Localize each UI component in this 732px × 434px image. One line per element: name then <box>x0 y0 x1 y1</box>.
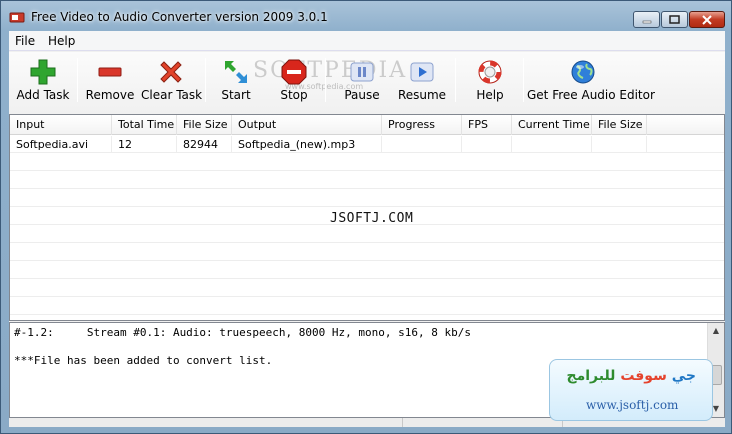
minus-icon <box>98 67 122 77</box>
task-list-header: Input Total Time File Size Output Progre… <box>10 115 724 135</box>
globe-icon <box>571 60 595 84</box>
toolbar-separator <box>523 58 524 102</box>
toolbar-separator <box>455 58 456 102</box>
app-window: Free Video to Audio Converter version 20… <box>0 0 732 434</box>
logo-word: جي <box>671 368 696 384</box>
start-arrows-icon <box>225 61 247 83</box>
help-label: Help <box>476 88 504 102</box>
jsoftj-watermark: JSOFTJ.COM <box>330 211 414 226</box>
column-header-input[interactable]: Input <box>10 115 112 135</box>
clear-task-label: Clear Task <box>141 88 203 102</box>
column-header-total-time[interactable]: Total Time <box>112 115 177 135</box>
menu-help[interactable]: Help <box>48 34 75 48</box>
status-pane <box>403 418 563 427</box>
stop-sign-icon <box>281 59 307 85</box>
cell-fps <box>462 136 512 153</box>
stop-label: Stop <box>280 88 308 102</box>
pause-label: Pause <box>344 88 380 102</box>
column-header-output[interactable]: Output <box>232 115 382 135</box>
status-pane <box>9 418 403 427</box>
cell-progress <box>382 136 462 153</box>
cell-output: Softpedia_(new).mp3 <box>232 136 382 153</box>
column-header-fps[interactable]: FPS <box>462 115 512 135</box>
menu-bar: File Help <box>9 31 725 51</box>
column-header-file-size[interactable]: File Size <box>177 115 232 135</box>
table-row-empty <box>10 226 724 243</box>
window-title: Free Video to Audio Converter version 20… <box>31 10 328 24</box>
get-audio-editor-label: Get Free Audio Editor <box>527 88 655 102</box>
close-icon <box>702 14 712 25</box>
plus-icon <box>30 59 56 85</box>
app-icon <box>9 12 25 23</box>
play-icon <box>410 62 434 82</box>
scroll-up-arrow-icon[interactable]: ▲ <box>708 323 724 339</box>
table-row-empty <box>10 298 724 315</box>
start-label: Start <box>221 88 251 102</box>
table-row-empty <box>10 190 724 207</box>
table-row-empty <box>10 154 724 171</box>
table-row-empty <box>10 280 724 297</box>
table-row-empty <box>10 244 724 261</box>
menu-file[interactable]: File <box>15 34 35 48</box>
toolbar-separator <box>77 58 78 102</box>
remove-label: Remove <box>85 88 135 102</box>
x-icon <box>160 61 182 83</box>
cell-input: Softpedia.avi <box>10 136 112 153</box>
toolbar-separator <box>205 58 206 102</box>
resume-label: Resume <box>397 88 447 102</box>
column-header-current-time[interactable]: Current Time <box>512 115 592 135</box>
logo-word: سوفت <box>620 368 667 384</box>
task-list[interactable]: Input Total Time File Size Output Progre… <box>9 114 725 321</box>
title-bar[interactable]: Free Video to Audio Converter version 20… <box>1 1 731 31</box>
column-header-output-file-size[interactable]: File Size <box>592 115 647 135</box>
jsoftj-logo-badge: جي سوفت للبرامج www.jsoftj.com <box>549 359 713 421</box>
lifebuoy-icon <box>478 60 502 84</box>
jsoftj-url: www.jsoftj.com <box>586 398 679 412</box>
close-button[interactable] <box>689 11 725 28</box>
maximize-button[interactable] <box>661 11 688 28</box>
logo-word: للبرامج <box>566 368 616 384</box>
minimize-icon <box>642 20 651 23</box>
add-task-label: Add Task <box>16 88 70 102</box>
jsoftj-arabic-logo: جي سوفت للبرامج <box>566 368 696 384</box>
cell-total-time: 12 <box>112 136 177 153</box>
cell-output-file-size <box>592 136 647 153</box>
pause-icon <box>350 62 374 82</box>
cell-file-size: 82944 <box>177 136 232 153</box>
table-row[interactable]: Softpedia.avi 12 82944 Softpedia_(new).m… <box>10 136 724 153</box>
toolbar-separator <box>325 58 326 102</box>
minimize-button[interactable] <box>633 11 660 28</box>
maximize-icon <box>669 15 680 24</box>
column-header-progress[interactable]: Progress <box>382 115 462 135</box>
log-line: #-1.2: Stream #0.1: Audio: truespeech, 8… <box>14 326 471 339</box>
table-row-empty <box>10 172 724 189</box>
table-row-empty <box>10 262 724 279</box>
cell-current-time <box>512 136 592 153</box>
log-line: ***File has been added to convert list. <box>14 354 273 367</box>
